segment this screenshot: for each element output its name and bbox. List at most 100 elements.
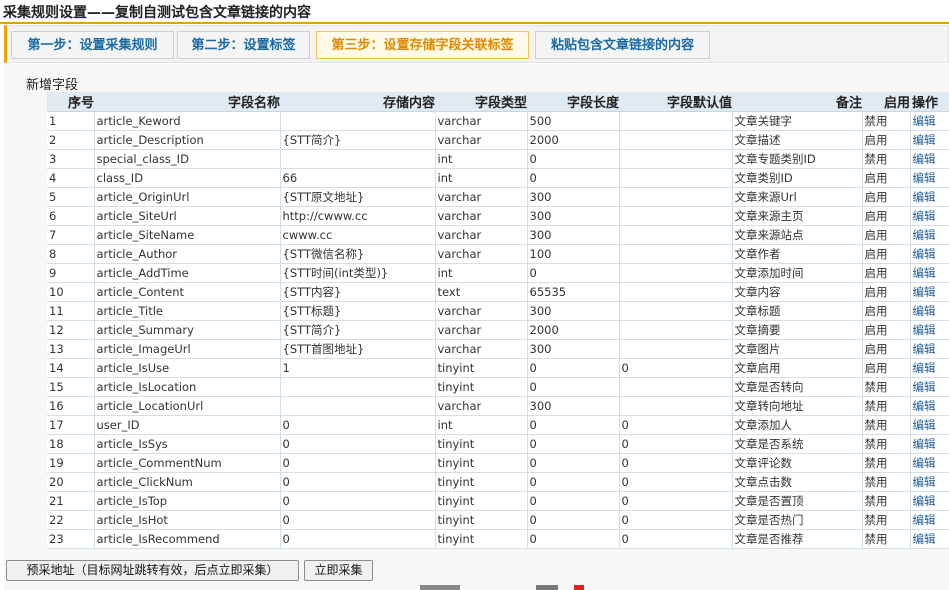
- row-status-toggle[interactable]: 禁用: [861, 415, 911, 435]
- preview-address-button[interactable]: 预采地址（目标网址跳转有效，后点立即采集）: [6, 560, 299, 581]
- row-no: 15: [47, 377, 95, 397]
- row-status-toggle[interactable]: 禁用: [861, 453, 911, 473]
- row-storage-content: {STT标题}: [279, 301, 436, 321]
- row-edit-link[interactable]: 编辑: [909, 111, 949, 131]
- new-field-link[interactable]: 新增字段: [26, 74, 78, 93]
- tab-step2-set-tags[interactable]: 第二步：设置标签: [177, 31, 310, 59]
- row-edit-link[interactable]: 编辑: [909, 472, 949, 492]
- row-field-type: tinyint: [434, 453, 528, 473]
- row-status-toggle[interactable]: 启用: [861, 263, 911, 283]
- row-status-toggle[interactable]: 禁用: [861, 111, 911, 131]
- row-status-toggle[interactable]: 启用: [861, 187, 911, 207]
- row-edit-link[interactable]: 编辑: [909, 130, 949, 150]
- row-status-toggle[interactable]: 启用: [861, 206, 911, 226]
- row-field-length: 300: [526, 187, 620, 207]
- row-field-name: class_ID: [93, 168, 281, 188]
- row-status-toggle[interactable]: 禁用: [861, 472, 911, 492]
- row-field-default: [618, 168, 733, 188]
- row-edit-link[interactable]: 编辑: [909, 149, 949, 169]
- row-field-name: article_Content: [93, 282, 281, 302]
- row-status-toggle[interactable]: 禁用: [861, 396, 911, 416]
- row-status-toggle[interactable]: 启用: [861, 244, 911, 264]
- row-field-length: 0: [526, 453, 620, 473]
- row-edit-link[interactable]: 编辑: [909, 263, 949, 283]
- row-storage-content: {STT微信名称}: [279, 244, 436, 264]
- row-field-type: varchar: [434, 187, 528, 207]
- row-remark: 文章来源站点: [731, 225, 863, 245]
- table-row: 3 special_class_ID int 0 文章专题类别ID 禁用 编辑: [47, 149, 949, 169]
- table-row: 9 article_AddTime {STT时间(int类型)} int 0 文章添加时间…: [47, 263, 949, 283]
- collect-now-button[interactable]: 立即采集: [304, 560, 373, 581]
- row-status-toggle[interactable]: 禁用: [861, 434, 911, 454]
- fields-grid: 序号 字段名称 存储内容 字段类型 字段长度 字段默认值 备注 启用 操作 1a…: [47, 92, 949, 549]
- row-no: 9: [47, 263, 95, 283]
- row-status-toggle[interactable]: 启用: [861, 130, 911, 150]
- fields-table: 序号 字段名称 存储内容 字段类型 字段长度 字段默认值 备注 启用 操作 1a…: [47, 92, 949, 549]
- row-status-toggle[interactable]: 启用: [861, 339, 911, 359]
- row-field-name: article_SiteName: [93, 225, 281, 245]
- row-status-toggle[interactable]: 启用: [861, 225, 911, 245]
- row-status-toggle[interactable]: 禁用: [861, 529, 911, 549]
- row-field-length: 0: [526, 529, 620, 549]
- row-edit-link[interactable]: 编辑: [909, 491, 949, 511]
- row-edit-link[interactable]: 编辑: [909, 244, 949, 264]
- row-edit-link[interactable]: 编辑: [909, 434, 949, 454]
- bottom-fragment: [420, 585, 460, 590]
- table-row: 14 article_IsUse 1 tinyint 0 0 文章启用 启用 编辑: [47, 358, 949, 378]
- table-row: 6 article_SiteUrl http://cwww.cc varchar 300…: [47, 206, 949, 226]
- row-field-length: 300: [526, 206, 620, 226]
- tab-step1-collect-rules[interactable]: 第一步：设置采集规则: [11, 31, 174, 59]
- row-no: 5: [47, 187, 95, 207]
- row-edit-link[interactable]: 编辑: [909, 282, 949, 302]
- row-remark: 文章转向地址: [731, 396, 863, 416]
- row-edit-link[interactable]: 编辑: [909, 358, 949, 378]
- row-edit-link[interactable]: 编辑: [909, 453, 949, 473]
- table-row: 13 article_ImageUrl {STT首图地址} varchar 300 文章图…: [47, 339, 949, 359]
- row-status-toggle[interactable]: 禁用: [861, 510, 911, 530]
- row-field-default: [618, 206, 733, 226]
- row-field-name: article_IsRecommend: [93, 529, 281, 549]
- row-edit-link[interactable]: 编辑: [909, 168, 949, 188]
- row-field-name: article_Author: [93, 244, 281, 264]
- row-edit-link[interactable]: 编辑: [909, 339, 949, 359]
- row-field-type: tinyint: [434, 434, 528, 454]
- row-field-default: [618, 320, 733, 340]
- table-row: 4 class_ID 66 int 0 文章类别ID 启用 编辑: [47, 168, 949, 188]
- title-underline: [0, 22, 949, 24]
- row-status-toggle[interactable]: 启用: [861, 168, 911, 188]
- col-header-default: 字段默认值: [619, 92, 732, 112]
- row-edit-link[interactable]: 编辑: [909, 529, 949, 549]
- row-status-toggle[interactable]: 启用: [861, 282, 911, 302]
- row-no: 14: [47, 358, 95, 378]
- row-status-toggle[interactable]: 启用: [861, 358, 911, 378]
- row-status-toggle[interactable]: 启用: [861, 301, 911, 321]
- row-storage-content: [279, 111, 436, 131]
- row-no: 2: [47, 130, 95, 150]
- row-field-default: [618, 149, 733, 169]
- row-status-toggle[interactable]: 禁用: [861, 491, 911, 511]
- row-storage-content: 0: [279, 491, 436, 511]
- tab-step3-storage-fields[interactable]: 第三步：设置存储字段关联标签: [316, 31, 529, 59]
- row-edit-link[interactable]: 编辑: [909, 415, 949, 435]
- row-field-default: [618, 377, 733, 397]
- row-status-toggle[interactable]: 禁用: [861, 377, 911, 397]
- col-header-length: 字段长度: [527, 92, 619, 112]
- row-edit-link[interactable]: 编辑: [909, 510, 949, 530]
- row-edit-link[interactable]: 编辑: [909, 396, 949, 416]
- row-remark: 文章标题: [731, 301, 863, 321]
- row-edit-link[interactable]: 编辑: [909, 301, 949, 321]
- row-field-default: [618, 263, 733, 283]
- row-field-default: [618, 225, 733, 245]
- row-edit-link[interactable]: 编辑: [909, 187, 949, 207]
- row-field-name: special_class_ID: [93, 149, 281, 169]
- row-status-toggle[interactable]: 启用: [861, 320, 911, 340]
- row-storage-content: 66: [279, 168, 436, 188]
- row-edit-link[interactable]: 编辑: [909, 377, 949, 397]
- row-edit-link[interactable]: 编辑: [909, 206, 949, 226]
- row-status-toggle[interactable]: 禁用: [861, 149, 911, 169]
- tab-paste-content[interactable]: 粘贴包含文章链接的内容: [535, 31, 710, 59]
- table-row: 20 article_ClickNum 0 tinyint 0 0 文章点击数 禁用 编辑: [47, 472, 949, 492]
- row-field-type: varchar: [434, 320, 528, 340]
- row-edit-link[interactable]: 编辑: [909, 320, 949, 340]
- row-edit-link[interactable]: 编辑: [909, 225, 949, 245]
